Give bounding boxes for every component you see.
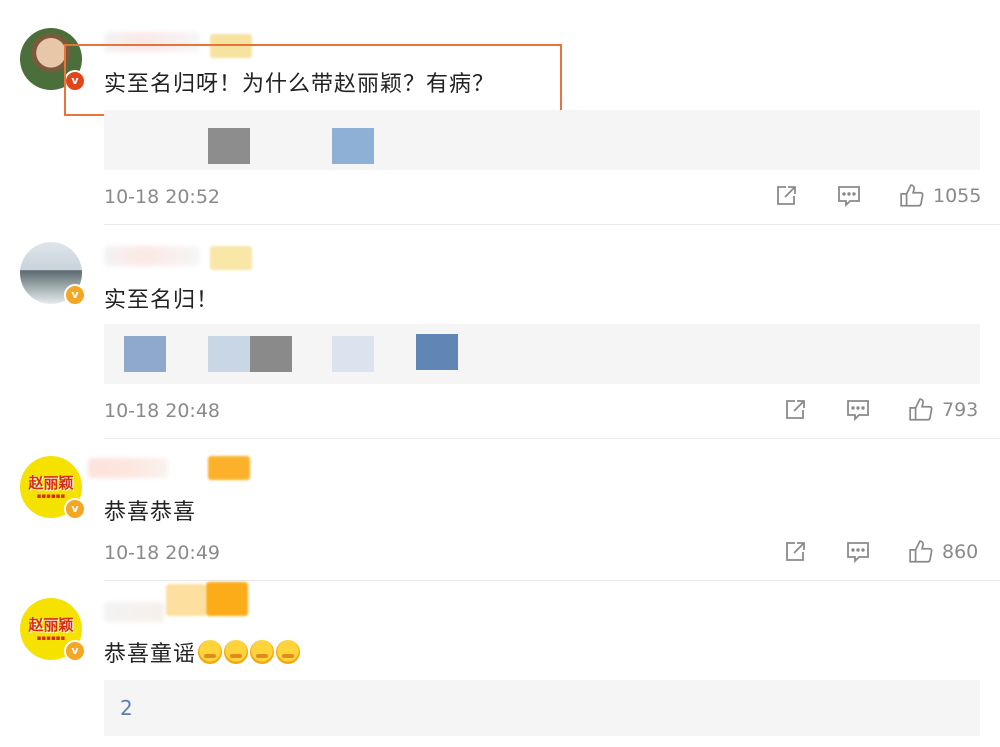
comment-text: 实至名归呀！为什么带赵丽颖？有病？ xyxy=(104,72,496,97)
like-button[interactable]: 1055 xyxy=(899,183,981,209)
blurred-tile xyxy=(332,336,374,372)
verified-badge-icon: v xyxy=(64,640,86,662)
avatar-poster-decoration: ▪▪▪▪▪▪ xyxy=(36,633,66,642)
smile-emoji-icon xyxy=(224,640,249,664)
share-icon xyxy=(777,186,796,205)
verified-badge-icon: v xyxy=(64,284,86,306)
avatar-poster-decoration: ▪▪▪▪▪▪ xyxy=(36,491,66,500)
reply-preview-text: 2 xyxy=(120,696,133,720)
like-button[interactable]: 793 xyxy=(908,397,978,423)
blurred-tile xyxy=(332,128,374,164)
user-level-badge xyxy=(206,582,248,616)
comment-timestamp: 10-18 20:49 xyxy=(104,542,221,564)
share-button[interactable] xyxy=(783,398,807,422)
divider xyxy=(104,580,1000,581)
blurred-tile xyxy=(416,334,458,370)
verified-badge-icon: v xyxy=(64,498,86,520)
like-count: 860 xyxy=(942,541,979,563)
share-button[interactable] xyxy=(783,540,807,564)
comment-text: 实至名归！ xyxy=(104,288,220,313)
smile-emoji-icon xyxy=(250,640,275,664)
like-count: 793 xyxy=(942,399,979,421)
smile-emoji-icon xyxy=(198,640,223,664)
comment-text-content: 恭喜童谣 xyxy=(104,642,197,667)
comment-text: 恭喜恭喜 xyxy=(104,500,197,525)
divider xyxy=(104,224,1000,225)
share-icon xyxy=(786,542,805,561)
reply-preview-box[interactable] xyxy=(104,324,980,384)
reply-preview-box[interactable]: 2 xyxy=(104,680,980,736)
comment-icon xyxy=(847,400,869,422)
blurred-tile xyxy=(250,336,292,372)
blurred-tile xyxy=(208,336,250,372)
comment-button[interactable] xyxy=(846,540,870,564)
avatar-poster-title: 赵丽颖 xyxy=(28,473,74,492)
user-level-badge xyxy=(166,584,206,616)
smile-emoji-icon xyxy=(276,640,301,664)
comment-button[interactable] xyxy=(837,184,861,208)
avatar-poster-title: 赵丽颖 xyxy=(28,615,74,634)
share-button[interactable] xyxy=(774,184,798,208)
blurred-tile xyxy=(124,336,166,372)
username-blurred[interactable] xyxy=(104,602,164,622)
username-blurred[interactable] xyxy=(104,246,200,266)
divider xyxy=(104,438,1000,439)
user-level-badge xyxy=(210,246,252,270)
comment-timestamp: 10-18 20:48 xyxy=(104,400,221,422)
username-blurred[interactable] xyxy=(88,458,168,478)
thumbs-up-icon xyxy=(909,398,933,421)
like-button[interactable]: 860 xyxy=(908,539,978,565)
share-icon xyxy=(786,400,805,419)
comment-timestamp: 10-18 20:52 xyxy=(104,186,221,208)
blurred-tile xyxy=(208,128,250,164)
user-level-badge xyxy=(208,456,250,480)
comment-button[interactable] xyxy=(846,398,870,422)
comment-icon xyxy=(838,186,860,208)
reply-preview-box[interactable] xyxy=(104,110,980,170)
thumbs-up-icon xyxy=(900,184,924,207)
thumbs-up-icon xyxy=(909,540,933,563)
like-count: 1055 xyxy=(933,185,982,207)
comment-text: 恭喜童谣 xyxy=(104,636,301,668)
comment-icon xyxy=(847,542,869,564)
